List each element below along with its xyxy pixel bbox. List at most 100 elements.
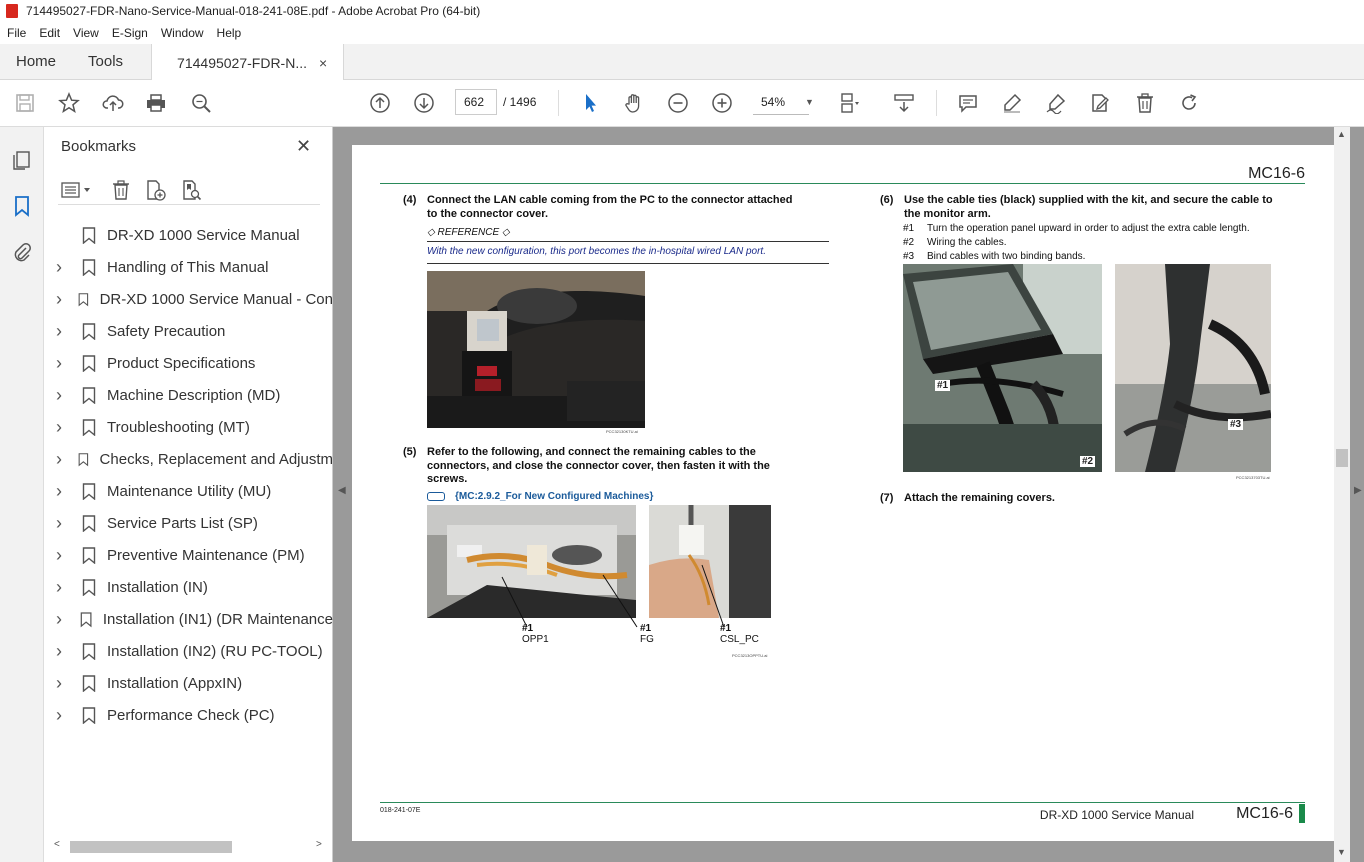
scroll-right-icon[interactable]: > bbox=[316, 839, 322, 850]
sign-pen-icon[interactable] bbox=[1043, 90, 1069, 116]
upload-cloud-icon[interactable] bbox=[100, 90, 126, 116]
bookmark-label: Safety Precaution bbox=[107, 322, 226, 340]
bookmark-star-icon[interactable] bbox=[56, 90, 82, 116]
collapse-panel-left-icon[interactable]: ◀ bbox=[338, 485, 346, 496]
cross-reference-link[interactable]: {MC:2.9.2_For New Configured Machines} bbox=[455, 491, 653, 502]
bookmark-item[interactable]: › Checks, Replacement and Adjustm bbox=[44, 443, 333, 475]
page-total: / 1496 bbox=[503, 95, 537, 109]
collapse-panel-right-icon[interactable]: ▶ bbox=[1354, 485, 1362, 496]
bookmark-item[interactable]: › Preventive Maintenance (PM) bbox=[44, 539, 333, 571]
chevron-right-icon[interactable]: › bbox=[56, 481, 74, 502]
previous-page-icon[interactable] bbox=[367, 90, 393, 116]
delete-trash-icon[interactable] bbox=[1132, 90, 1158, 116]
chevron-right-icon[interactable]: › bbox=[56, 385, 74, 406]
header-rule bbox=[380, 183, 1305, 184]
toolbar-divider bbox=[558, 90, 559, 116]
lan-connector-photo bbox=[427, 271, 645, 428]
bookmark-label: Maintenance Utility (MU) bbox=[107, 482, 272, 500]
options-menu-icon[interactable] bbox=[60, 179, 94, 201]
menu-edit[interactable]: Edit bbox=[32, 26, 66, 40]
highlight-pen-icon[interactable] bbox=[999, 90, 1025, 116]
bookmark-flag-icon bbox=[82, 642, 96, 660]
next-page-icon[interactable] bbox=[411, 90, 437, 116]
bookmark-item[interactable]: › Safety Precaution bbox=[44, 315, 333, 347]
tab-home[interactable]: Home bbox=[0, 44, 72, 79]
menu-view[interactable]: View bbox=[66, 26, 105, 40]
comment-icon[interactable] bbox=[955, 90, 981, 116]
bookmark-label: Installation (AppxIN) bbox=[107, 674, 243, 692]
save-icon[interactable] bbox=[12, 90, 38, 116]
select-cursor-icon[interactable] bbox=[577, 90, 603, 116]
chevron-right-icon[interactable]: › bbox=[56, 321, 74, 342]
bookmark-label: Installation (IN2) (RU PC-TOOL) bbox=[107, 642, 323, 660]
bookmarks-horizontal-scrollbar[interactable]: < > bbox=[54, 839, 326, 855]
step-text-line: Refer to the following, and connect the … bbox=[427, 446, 756, 458]
attachments-paperclip-icon[interactable] bbox=[11, 241, 33, 263]
pages-thumbnails-icon[interactable] bbox=[11, 149, 33, 171]
bookmark-item[interactable]: › Machine Description (MD) bbox=[44, 379, 333, 411]
scroll-up-icon[interactable]: ▲ bbox=[1337, 129, 1346, 139]
bookmark-item[interactable]: › Product Specifications bbox=[44, 347, 333, 379]
chevron-right-icon[interactable]: › bbox=[56, 417, 74, 438]
zoom-in-icon[interactable] bbox=[709, 90, 735, 116]
scroll-mode-icon[interactable] bbox=[891, 90, 917, 116]
zoom-select[interactable]: 54% ▼ bbox=[753, 89, 814, 115]
caption-name: CSL_PC bbox=[720, 634, 759, 645]
chevron-right-icon[interactable]: › bbox=[56, 257, 74, 278]
print-icon[interactable] bbox=[143, 90, 169, 116]
chevron-right-icon[interactable]: › bbox=[56, 289, 70, 310]
page-display-icon[interactable] bbox=[836, 90, 862, 116]
delete-bookmark-icon[interactable] bbox=[110, 179, 134, 201]
chevron-right-icon[interactable]: › bbox=[56, 449, 70, 470]
tab-document[interactable]: 714495027-FDR-N... × bbox=[151, 44, 345, 81]
bookmark-item[interactable]: › Installation (IN2) (RU PC-TOOL) bbox=[44, 635, 333, 667]
bookmark-item[interactable]: › Handling of This Manual bbox=[44, 251, 333, 283]
menu-window[interactable]: Window bbox=[154, 26, 210, 40]
bookmark-item[interactable]: › Installation (IN1) (DR Maintenance bbox=[44, 603, 333, 635]
bookmark-item[interactable]: › DR-XD 1000 Service Manual - Con bbox=[44, 283, 333, 315]
search-icon[interactable] bbox=[188, 90, 214, 116]
chevron-right-icon[interactable]: › bbox=[56, 705, 74, 726]
scroll-left-icon[interactable]: < bbox=[54, 839, 60, 850]
bookmark-label: Performance Check (PC) bbox=[107, 706, 275, 724]
close-icon[interactable]: ✕ bbox=[296, 136, 311, 157]
document-vertical-scrollbar[interactable]: ▲ ▼ bbox=[1334, 127, 1350, 862]
find-bookmark-icon[interactable] bbox=[180, 179, 204, 201]
tab-tools[interactable]: Tools bbox=[72, 44, 139, 79]
edit-document-icon[interactable] bbox=[1087, 90, 1113, 116]
bookmark-item[interactable]: DR-XD 1000 Service Manual bbox=[44, 219, 333, 251]
sub-text: Turn the operation panel upward in order… bbox=[927, 223, 1250, 234]
chevron-right-icon[interactable]: › bbox=[56, 673, 74, 694]
sub-key: #1 bbox=[903, 223, 915, 234]
reference-label: ◇ REFERENCE ◇ bbox=[427, 227, 510, 238]
bookmark-item[interactable]: › Troubleshooting (MT) bbox=[44, 411, 333, 443]
step-6: (6) Use the cable ties (black) supplied … bbox=[880, 194, 1320, 222]
bookmark-item[interactable]: › Installation (AppxIN) bbox=[44, 667, 333, 699]
hand-tool-icon[interactable] bbox=[621, 90, 647, 116]
chevron-right-icon[interactable]: › bbox=[56, 609, 72, 630]
close-tab-icon[interactable]: × bbox=[319, 55, 327, 71]
menu-help[interactable]: Help bbox=[210, 26, 248, 40]
menu-file[interactable]: File bbox=[0, 26, 32, 40]
redo-rotate-icon[interactable] bbox=[1176, 90, 1202, 116]
scroll-thumb[interactable] bbox=[70, 841, 232, 853]
page-number-input[interactable]: 662 bbox=[455, 89, 497, 115]
chevron-right-icon[interactable]: › bbox=[56, 545, 74, 566]
step-4: (4) Connect the LAN cable coming from th… bbox=[403, 194, 843, 222]
menu-esign[interactable]: E-Sign bbox=[105, 26, 154, 40]
bookmark-item[interactable]: › Service Parts List (SP) bbox=[44, 507, 333, 539]
zoom-out-icon[interactable] bbox=[665, 90, 691, 116]
chevron-right-icon[interactable]: › bbox=[56, 641, 74, 662]
bookmark-item[interactable]: › Installation (IN) bbox=[44, 571, 333, 603]
chevron-right-icon[interactable]: › bbox=[56, 513, 74, 534]
scroll-down-icon[interactable]: ▼ bbox=[1337, 847, 1346, 857]
bookmarks-panel-icon[interactable] bbox=[11, 195, 33, 217]
bookmark-flag-icon bbox=[82, 674, 96, 692]
step-text-line: Connect the LAN cable coming from the PC… bbox=[427, 194, 793, 206]
chevron-right-icon[interactable]: › bbox=[56, 353, 74, 374]
bookmark-item[interactable]: › Maintenance Utility (MU) bbox=[44, 475, 333, 507]
new-bookmark-icon[interactable] bbox=[144, 179, 168, 201]
chevron-right-icon[interactable]: › bbox=[56, 577, 74, 598]
bookmark-item[interactable]: › Performance Check (PC) bbox=[44, 699, 333, 731]
scroll-thumb[interactable] bbox=[1336, 449, 1348, 467]
